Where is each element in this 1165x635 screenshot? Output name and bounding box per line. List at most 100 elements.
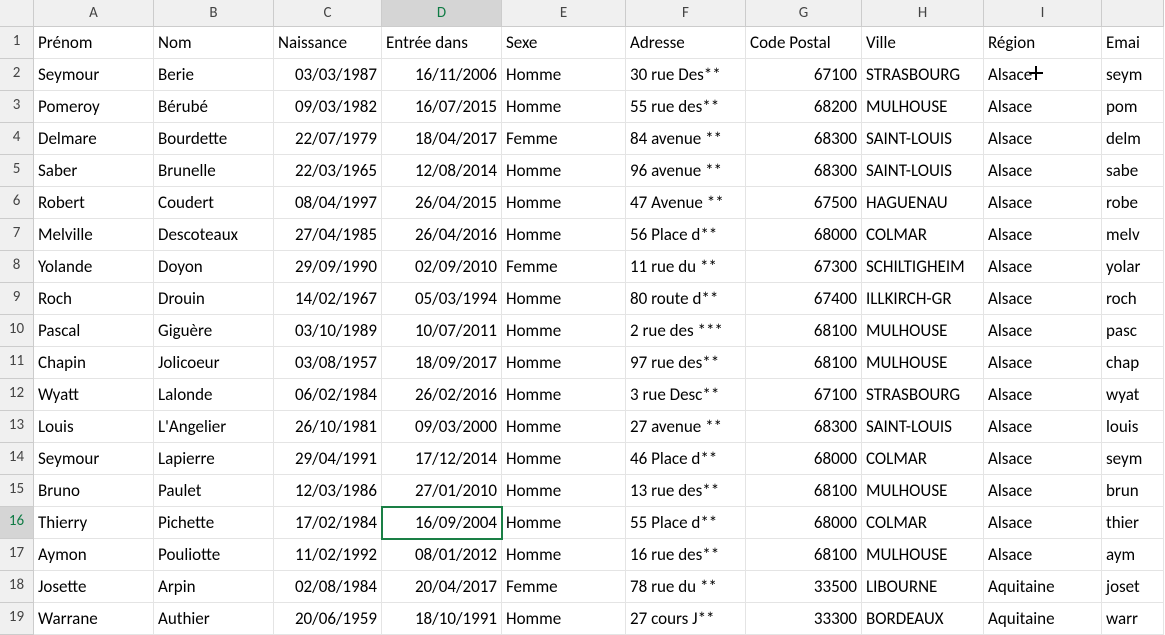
cell-C9[interactable]: 14/02/1967 (274, 283, 382, 315)
cell-H15[interactable]: MULHOUSE (862, 475, 984, 507)
cell-D9[interactable]: 05/03/1994 (382, 283, 502, 315)
cell-I17[interactable]: Alsace (984, 539, 1102, 571)
cell-A6[interactable]: Robert (34, 187, 154, 219)
cell-F16[interactable]: 55 Place d** (626, 507, 746, 539)
cell-E19[interactable]: Homme (502, 603, 626, 635)
cell-H6[interactable]: HAGUENAU (862, 187, 984, 219)
cell-A4[interactable]: Delmare (34, 123, 154, 155)
cell-D8[interactable]: 02/09/2010 (382, 251, 502, 283)
cell-18[interactable]: joset (1102, 571, 1164, 603)
cell-G6[interactable]: 67500 (746, 187, 862, 219)
cell-I10[interactable]: Alsace (984, 315, 1102, 347)
cell-G18[interactable]: 33500 (746, 571, 862, 603)
cell-C14[interactable]: 29/04/1991 (274, 443, 382, 475)
column-header-E[interactable]: E (502, 0, 626, 27)
cell-B17[interactable]: Pouliotte (154, 539, 274, 571)
column-header-C[interactable]: C (274, 0, 382, 27)
row-header-18[interactable]: 18 (0, 571, 34, 603)
cell-E13[interactable]: Homme (502, 411, 626, 443)
cell-B7[interactable]: Descoteaux (154, 219, 274, 251)
cell-B2[interactable]: Berie (154, 59, 274, 91)
cell-C11[interactable]: 03/08/1957 (274, 347, 382, 379)
cell-I5[interactable]: Alsace (984, 155, 1102, 187)
cell-C19[interactable]: 20/06/1959 (274, 603, 382, 635)
cell-E6[interactable]: Homme (502, 187, 626, 219)
cell-D16[interactable]: 16/09/2004 (382, 507, 502, 539)
cell-E17[interactable]: Homme (502, 539, 626, 571)
cell-E14[interactable]: Homme (502, 443, 626, 475)
cell-I3[interactable]: Alsace (984, 91, 1102, 123)
cell-H3[interactable]: MULHOUSE (862, 91, 984, 123)
cell-C5[interactable]: 22/03/1965 (274, 155, 382, 187)
cell-F7[interactable]: 56 Place d** (626, 219, 746, 251)
cell-A19[interactable]: Warrane (34, 603, 154, 635)
header-cell[interactable]: Entrée dans (382, 27, 502, 59)
row-header-11[interactable]: 11 (0, 347, 34, 379)
header-cell[interactable]: Prénom (34, 27, 154, 59)
row-header-15[interactable]: 15 (0, 475, 34, 507)
cell-C4[interactable]: 22/07/1979 (274, 123, 382, 155)
column-header-H[interactable]: H (862, 0, 984, 27)
cell-B15[interactable]: Paulet (154, 475, 274, 507)
cell-G9[interactable]: 67400 (746, 283, 862, 315)
cell-E11[interactable]: Homme (502, 347, 626, 379)
row-header-19[interactable]: 19 (0, 603, 34, 635)
cell-A13[interactable]: Louis (34, 411, 154, 443)
cell-I7[interactable]: Alsace (984, 219, 1102, 251)
cell-B10[interactable]: Giguère (154, 315, 274, 347)
cell-A17[interactable]: Aymon (34, 539, 154, 571)
cell-D14[interactable]: 17/12/2014 (382, 443, 502, 475)
cell-E18[interactable]: Femme (502, 571, 626, 603)
cell-A14[interactable]: Seymour (34, 443, 154, 475)
cell-H13[interactable]: SAINT-LOUIS (862, 411, 984, 443)
cell-C16[interactable]: 17/02/1984 (274, 507, 382, 539)
cell-B13[interactable]: L'Angelier (154, 411, 274, 443)
cell-F17[interactable]: 16 rue des** (626, 539, 746, 571)
cell-19[interactable]: warr (1102, 603, 1164, 635)
cell-A11[interactable]: Chapin (34, 347, 154, 379)
cell-C15[interactable]: 12/03/1986 (274, 475, 382, 507)
cell-B8[interactable]: Doyon (154, 251, 274, 283)
cell-H12[interactable]: STRASBOURG (862, 379, 984, 411)
cell-G15[interactable]: 68100 (746, 475, 862, 507)
cell-H7[interactable]: COLMAR (862, 219, 984, 251)
cell-H2[interactable]: STRASBOURG (862, 59, 984, 91)
cell-H16[interactable]: COLMAR (862, 507, 984, 539)
row-header-6[interactable]: 6 (0, 187, 34, 219)
cell-H14[interactable]: COLMAR (862, 443, 984, 475)
cell-3[interactable]: pom (1102, 91, 1164, 123)
cell-I2[interactable]: Alsace (984, 59, 1102, 91)
cell-D7[interactable]: 26/04/2016 (382, 219, 502, 251)
cell-G3[interactable]: 68200 (746, 91, 862, 123)
cell-D10[interactable]: 10/07/2011 (382, 315, 502, 347)
cell-B4[interactable]: Bourdette (154, 123, 274, 155)
cell-D3[interactable]: 16/07/2015 (382, 91, 502, 123)
cell-I8[interactable]: Alsace (984, 251, 1102, 283)
cell-I4[interactable]: Alsace (984, 123, 1102, 155)
cell-C17[interactable]: 11/02/1992 (274, 539, 382, 571)
cell-I11[interactable]: Alsace (984, 347, 1102, 379)
cell-G2[interactable]: 67100 (746, 59, 862, 91)
cell-E5[interactable]: Homme (502, 155, 626, 187)
cell-7[interactable]: melv (1102, 219, 1164, 251)
cell-H8[interactable]: SCHILTIGHEIM (862, 251, 984, 283)
cell-G19[interactable]: 33300 (746, 603, 862, 635)
cell-B11[interactable]: Jolicoeur (154, 347, 274, 379)
cell-A16[interactable]: Thierry (34, 507, 154, 539)
column-header-F[interactable]: F (626, 0, 746, 27)
cell-E16[interactable]: Homme (502, 507, 626, 539)
cell-D17[interactable]: 08/01/2012 (382, 539, 502, 571)
column-header-B[interactable]: B (154, 0, 274, 27)
cell-A3[interactable]: Pomeroy (34, 91, 154, 123)
cell-I12[interactable]: Alsace (984, 379, 1102, 411)
cell-B16[interactable]: Pichette (154, 507, 274, 539)
cell-F3[interactable]: 55 rue des** (626, 91, 746, 123)
cell-4[interactable]: delm (1102, 123, 1164, 155)
cell-A10[interactable]: Pascal (34, 315, 154, 347)
cell-F5[interactable]: 96 avenue ** (626, 155, 746, 187)
header-cell[interactable]: Sexe (502, 27, 626, 59)
cell-D5[interactable]: 12/08/2014 (382, 155, 502, 187)
header-cell[interactable]: Région (984, 27, 1102, 59)
column-header-D[interactable]: D (382, 0, 502, 27)
cell-E10[interactable]: Homme (502, 315, 626, 347)
